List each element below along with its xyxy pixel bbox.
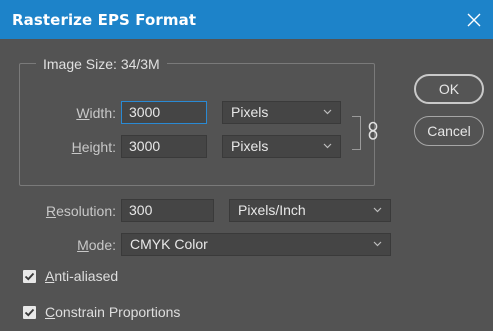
image-size-group [19,63,375,186]
anti-aliased-checkbox[interactable] [23,270,36,283]
resolution-input[interactable]: 300 [121,199,214,222]
image-size-legend: Image Size: 34/3M [36,56,167,72]
height-label-text: eight: [81,139,116,155]
chevron-down-icon [373,241,382,247]
close-button[interactable] [455,0,493,39]
mode-label-text: ode: [88,237,116,253]
resolution-label-text: esolution: [56,203,116,219]
constrain-proportions-text: onstrain Proportions [55,304,181,320]
width-label: Width: [52,105,116,121]
cancel-button[interactable]: Cancel [414,116,484,146]
constrain-proportions-label[interactable]: Constrain Proportions [45,304,180,320]
height-label: Height: [52,139,116,155]
constrain-proportions-checkbox[interactable] [23,306,36,319]
height-label-mnemonic: H [71,139,82,155]
chevron-down-icon [373,207,382,213]
ok-button[interactable]: OK [414,74,484,104]
anti-aliased-mnemonic: A [45,268,55,284]
width-unit-value: Pixels [231,104,269,120]
chevron-down-icon [323,109,332,115]
mode-label: Mode: [20,237,116,253]
constrain-proportions-mnemonic: C [45,304,56,320]
resolution-label: Resolution: [20,203,116,219]
width-unit-select[interactable]: Pixels [222,101,341,124]
height-unit-select[interactable]: Pixels [222,135,341,158]
mode-label-mnemonic: M [77,237,89,253]
width-label-mnemonic: W [76,105,90,121]
title-bar: Rasterize EPS Format [0,0,493,39]
height-input[interactable]: 3000 [121,135,207,158]
resolution-unit-value: Pixels/Inch [238,202,306,218]
anti-aliased-text: nti-aliased [54,268,119,284]
checkmark-icon [24,272,35,281]
height-unit-value: Pixels [231,138,269,154]
chevron-down-icon [323,143,332,149]
width-input[interactable]: 3000 [121,101,207,124]
window-title: Rasterize EPS Format [12,11,197,29]
anti-aliased-label[interactable]: Anti-aliased [45,268,118,284]
constrain-bracket [352,116,361,150]
chain-link-icon[interactable] [367,121,379,141]
width-label-text: idth: [89,105,116,121]
checkmark-icon [24,308,35,317]
close-icon [467,13,481,26]
resolution-unit-select[interactable]: Pixels/Inch [229,199,391,222]
mode-select[interactable]: CMYK Color [121,233,391,256]
resolution-label-mnemonic: R [45,203,57,219]
mode-value: CMYK Color [130,236,208,252]
